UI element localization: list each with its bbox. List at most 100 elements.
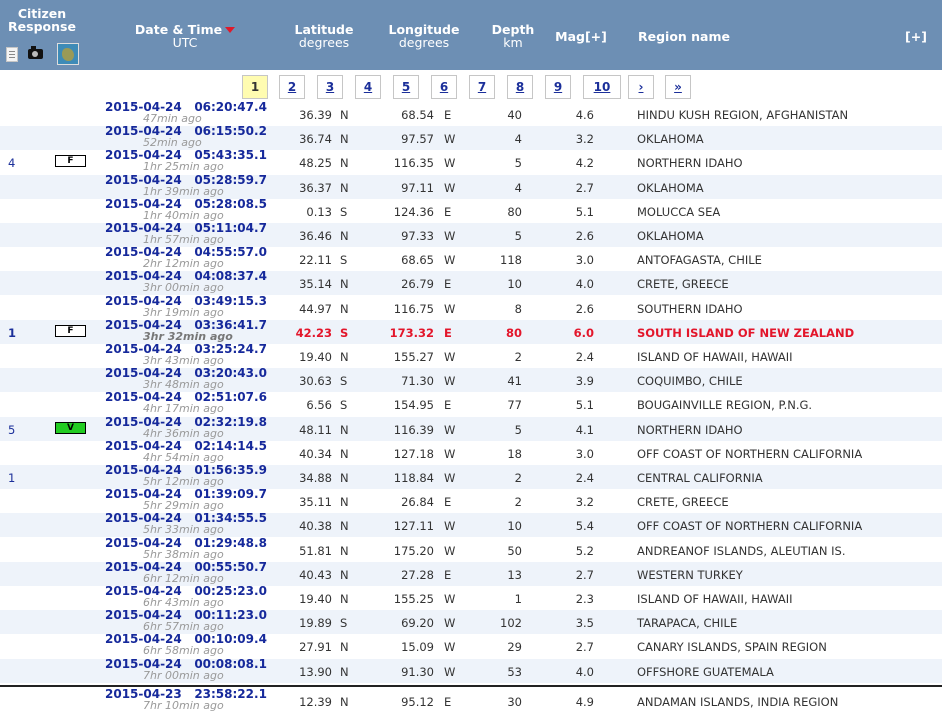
latitude-value: 13.90 <box>299 665 332 679</box>
page-link-7[interactable]: 7 <box>469 75 495 99</box>
latitude-value: 36.37 <box>299 181 332 195</box>
event-time[interactable]: 2015-04-24 03:25:24.7 3hr 43min ago <box>105 343 275 366</box>
page-link-10[interactable]: 10 <box>583 75 621 99</box>
table-row[interactable]: 2015-04-24 02:51:07.6 4hr 17min ago 6.56 S 1… <box>0 391 942 416</box>
table-row[interactable]: 2015-04-23 23:58:22.1 7hr 10min ago 12.39 N… <box>0 688 942 712</box>
event-time[interactable]: 2015-04-24 01:34:55.5 5hr 33min ago <box>105 512 275 535</box>
latitude-value: 22.11 <box>299 253 332 267</box>
table-row[interactable]: 5 V 2015-04-24 02:32:19.8 4hr 36min ago 48.1… <box>0 416 942 441</box>
page-link-5[interactable]: 5 <box>393 75 419 99</box>
event-time[interactable]: 2015-04-24 01:39:09.7 5hr 29min ago <box>105 488 275 511</box>
citizen-count[interactable]: 1 <box>8 326 16 340</box>
event-time[interactable]: 2015-04-24 00:11:23.0 6hr 57min ago <box>105 609 275 632</box>
depth-header: Depth km <box>491 22 535 50</box>
event-time[interactable]: 2015-04-23 23:58:22.1 7hr 10min ago <box>105 688 275 711</box>
sort-desc-icon <box>225 27 236 33</box>
citizen-count[interactable]: 1 <box>8 471 15 485</box>
latitude-hemisphere: N <box>340 471 349 485</box>
event-time[interactable]: 2015-04-24 00:55:50.7 6hr 12min ago <box>105 561 275 584</box>
table-row[interactable]: 2015-04-24 02:14:14.5 4hr 54min ago 40.34 N… <box>0 440 942 465</box>
table-row[interactable]: 4 F 2015-04-24 05:43:35.1 1hr 25min ago 48.2… <box>0 149 942 174</box>
event-time[interactable]: 2015-04-24 02:32:19.8 4hr 36min ago <box>105 416 275 439</box>
felt-badge[interactable]: V <box>55 422 86 434</box>
event-time[interactable]: 2015-04-24 05:28:59.7 1hr 39min ago <box>105 174 275 197</box>
document-icon[interactable] <box>6 47 18 62</box>
event-time[interactable]: 2015-04-24 03:36:41.7 3hr 32min ago <box>105 319 275 342</box>
event-time[interactable]: 2015-04-24 05:28:08.5 1hr 40min ago <box>105 198 275 221</box>
event-time[interactable]: 2015-04-24 01:29:48.8 5hr 38min ago <box>105 537 275 560</box>
table-row[interactable]: 2015-04-24 03:25:24.7 3hr 43min ago 19.40 N… <box>0 343 942 368</box>
event-time[interactable]: 2015-04-24 00:08:08.1 7hr 00min ago <box>105 658 275 681</box>
table-row[interactable]: 2015-04-24 00:08:08.1 7hr 00min ago 13.90 N… <box>0 658 942 683</box>
map-icon[interactable] <box>57 43 79 65</box>
citizen-count[interactable]: 4 <box>8 156 15 170</box>
event-time[interactable]: 2015-04-24 05:43:35.1 1hr 25min ago <box>105 149 275 172</box>
event-time[interactable]: 2015-04-24 06:15:50.2 52min ago <box>105 125 275 148</box>
table-row[interactable]: 2015-04-24 06:20:47.4 47min ago 36.39 N 68.5… <box>0 101 942 126</box>
longitude-value: 97.57 <box>401 132 434 146</box>
table-row[interactable]: 2015-04-24 05:28:08.5 1hr 40min ago 0.13 S 1… <box>0 198 942 223</box>
event-clock[interactable]: 06:15:50.2 <box>194 124 267 138</box>
longitude-value: 68.54 <box>401 108 434 122</box>
table-row[interactable]: 2015-04-24 00:10:09.4 6hr 58min ago 27.91 N… <box>0 633 942 658</box>
table-row[interactable]: 2015-04-24 06:15:50.2 52min ago 36.74 N 97.5… <box>0 125 942 150</box>
latitude-value: 36.74 <box>299 132 332 146</box>
table-row[interactable]: 2015-04-24 03:49:15.3 3hr 19min ago 44.97 N… <box>0 295 942 320</box>
page-link-1[interactable]: 1 <box>242 75 268 99</box>
depth-value: 2 <box>514 495 522 509</box>
table-row[interactable]: 1 2015-04-24 01:56:35.9 5hr 12min ago 34.88… <box>0 464 942 489</box>
latitude-hemisphere: N <box>340 229 349 243</box>
table-row[interactable]: 2015-04-24 05:28:59.7 1hr 39min ago 36.37 N… <box>0 174 942 199</box>
time-ago: 5hr 12min ago <box>143 475 224 488</box>
next-page-button[interactable]: › <box>628 75 654 99</box>
table-row[interactable]: 2015-04-24 01:34:55.5 5hr 33min ago 40.38 N… <box>0 512 942 537</box>
table-row[interactable]: 2015-04-24 05:11:04.7 1hr 57min ago 36.46 N… <box>0 222 942 247</box>
time-ago: 1hr 57min ago <box>143 233 224 246</box>
pagination: 1 2 3 4 5 6 7 8 9 10 › » <box>0 75 942 101</box>
region-name: ISLAND OF HAWAII, HAWAII <box>637 350 793 364</box>
felt-badge[interactable]: F <box>55 155 86 167</box>
table-row[interactable]: 2015-04-24 01:39:09.7 5hr 29min ago 35.11 N… <box>0 488 942 513</box>
event-time[interactable]: 2015-04-24 02:14:14.5 4hr 54min ago <box>105 440 275 463</box>
depth-value: 10 <box>507 277 522 291</box>
table-row[interactable]: 2015-04-24 00:25:23.0 6hr 43min ago 19.40 N… <box>0 585 942 610</box>
table-row[interactable]: 2015-04-24 01:29:48.8 5hr 38min ago 51.81 N… <box>0 537 942 562</box>
table-row[interactable]: 2015-04-24 00:11:23.0 6hr 57min ago 19.89 S… <box>0 609 942 634</box>
page-link-6[interactable]: 6 <box>431 75 457 99</box>
event-time[interactable]: 2015-04-24 03:49:15.3 3hr 19min ago <box>105 295 275 318</box>
table-row[interactable]: 2015-04-24 04:08:37.4 3hr 00min ago 35.14 N… <box>0 270 942 295</box>
event-time[interactable]: 2015-04-24 00:10:09.4 6hr 58min ago <box>105 633 275 656</box>
event-clock[interactable]: 06:20:47.4 <box>194 100 267 114</box>
camera-icon[interactable] <box>28 46 43 59</box>
date-time-header[interactable]: Date & Time UTC <box>120 23 250 49</box>
magnitude-value: 4.9 <box>575 695 594 709</box>
page-link-8[interactable]: 8 <box>507 75 533 99</box>
page-link-2[interactable]: 2 <box>279 75 305 99</box>
longitude-value: 91.30 <box>401 665 434 679</box>
page-link-3[interactable]: 3 <box>317 75 343 99</box>
event-time[interactable]: 2015-04-24 00:25:23.0 6hr 43min ago <box>105 585 275 608</box>
table-row[interactable]: 2015-04-24 03:20:43.0 3hr 48min ago 30.63 S… <box>0 367 942 392</box>
last-page-button[interactable]: » <box>665 75 691 99</box>
citizen-count[interactable]: 5 <box>8 423 15 437</box>
table-row[interactable]: 2015-04-24 00:55:50.7 6hr 12min ago 40.43 N… <box>0 561 942 586</box>
latitude-value: 36.46 <box>299 229 332 243</box>
page-link-4[interactable]: 4 <box>355 75 381 99</box>
latitude-hemisphere: N <box>340 544 349 558</box>
time-ago: 6hr 12min ago <box>143 572 224 585</box>
event-time[interactable]: 2015-04-24 01:56:35.9 5hr 12min ago <box>105 464 275 487</box>
longitude-hemisphere: E <box>444 108 452 122</box>
table-row[interactable]: 1 F 2015-04-24 03:36:41.7 3hr 32min ago 42.2… <box>0 319 942 344</box>
expand-columns-button[interactable]: [+] <box>896 30 936 43</box>
event-time[interactable]: 2015-04-24 05:11:04.7 1hr 57min ago <box>105 222 275 245</box>
event-time[interactable]: 2015-04-24 06:20:47.4 47min ago <box>105 101 275 124</box>
table-row[interactable]: 2015-04-24 04:55:57.0 2hr 12min ago 22.11 S… <box>0 246 942 271</box>
magnitude-value: 4.1 <box>575 423 594 437</box>
magnitude-header[interactable]: Mag[+] <box>548 30 614 43</box>
event-time[interactable]: 2015-04-24 04:08:37.4 3hr 00min ago <box>105 270 275 293</box>
event-time[interactable]: 2015-04-24 04:55:57.0 2hr 12min ago <box>105 246 275 269</box>
felt-badge[interactable]: F <box>55 325 86 337</box>
event-time[interactable]: 2015-04-24 02:51:07.6 4hr 17min ago <box>105 391 275 414</box>
event-time[interactable]: 2015-04-24 03:20:43.0 3hr 48min ago <box>105 367 275 390</box>
page-link-9[interactable]: 9 <box>545 75 571 99</box>
